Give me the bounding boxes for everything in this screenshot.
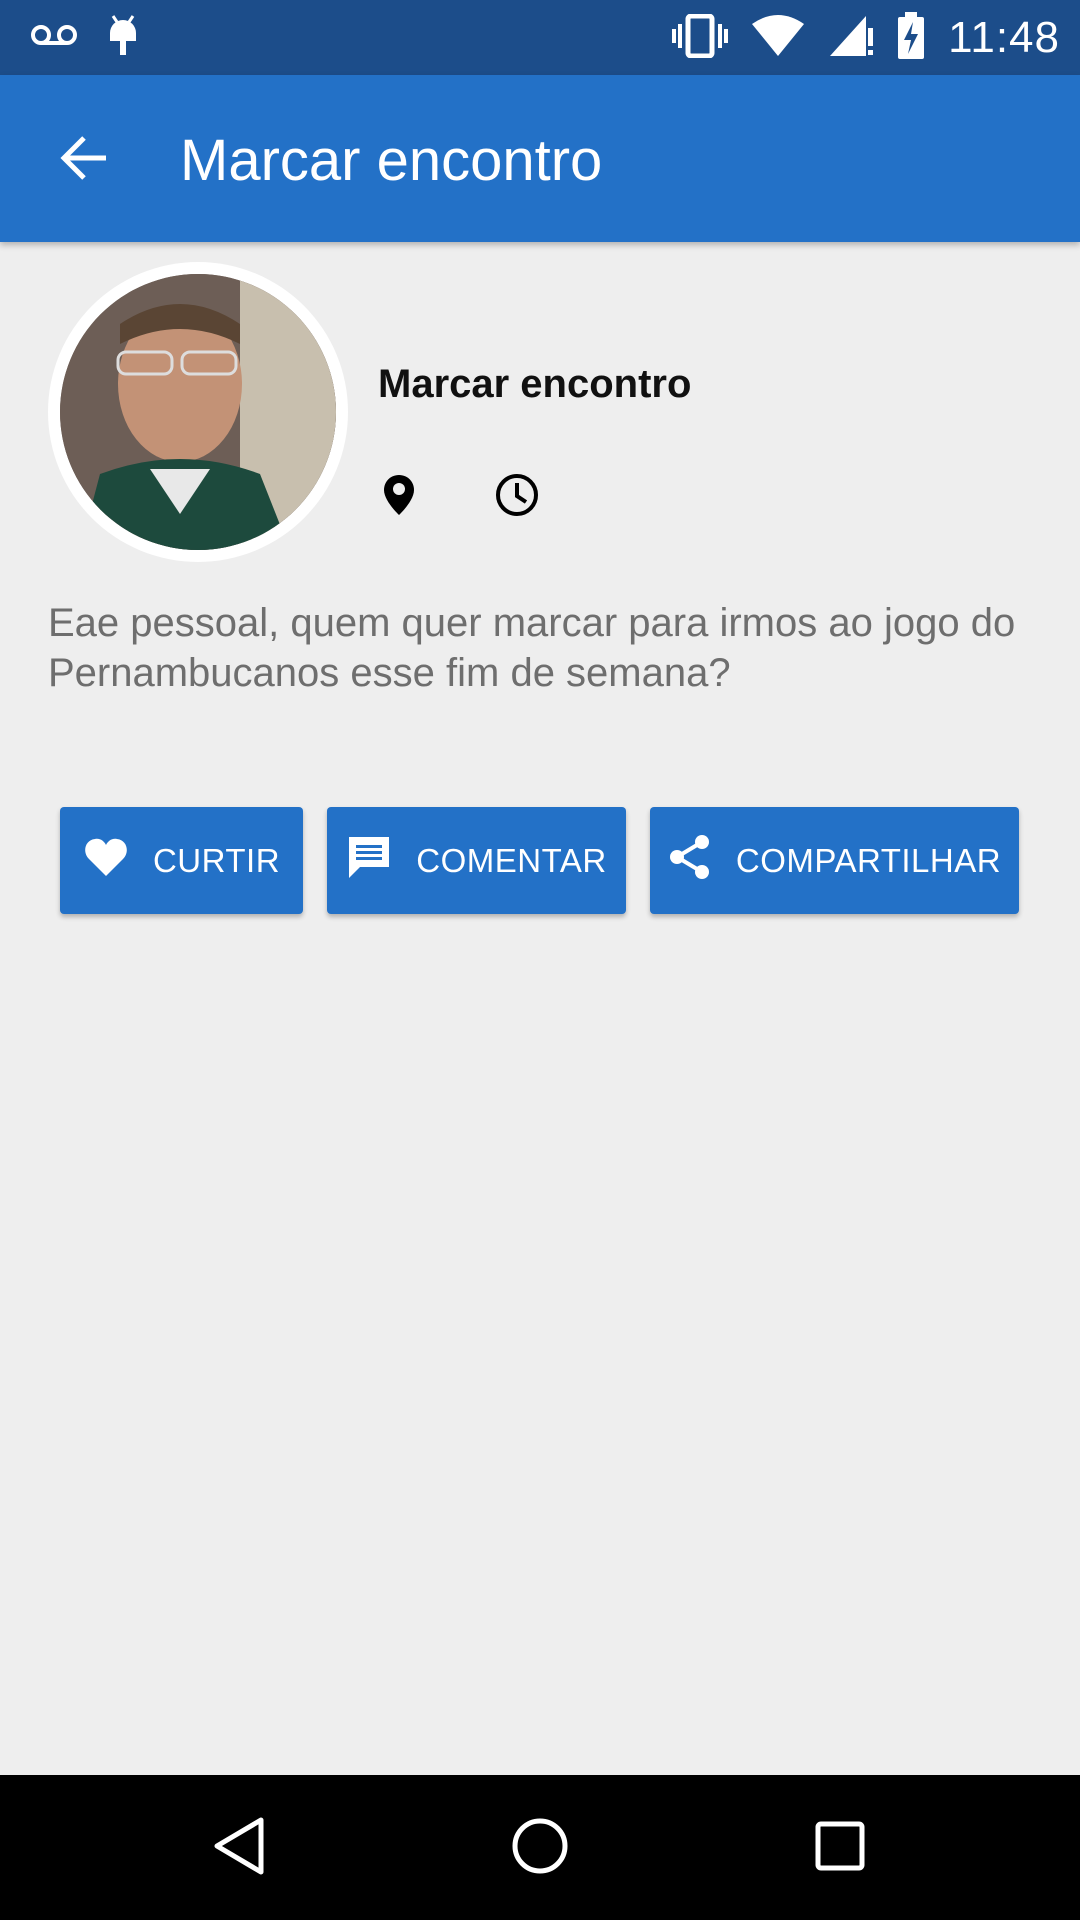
avatar-frame	[48, 262, 348, 562]
comment-button-label: COMENTAR	[416, 841, 607, 879]
signal-icon	[828, 14, 874, 63]
action-buttons: CURTIR COMENTAR COMPARTILHAR	[60, 807, 1019, 914]
vibrate-icon	[672, 13, 729, 63]
status-time: 11:48	[948, 13, 1060, 62]
back-button[interactable]	[50, 125, 120, 195]
share-icon	[668, 834, 712, 888]
post-meta	[382, 472, 540, 523]
nav-home-button[interactable]	[507, 1815, 573, 1881]
like-button-label: CURTIR	[152, 841, 281, 879]
app-bar: Marcar encontro	[0, 75, 1080, 242]
like-button[interactable]: CURTIR	[60, 807, 303, 914]
share-button-label: COMPARTILHAR	[735, 841, 1002, 879]
back-triangle-icon	[211, 1816, 267, 1881]
status-bar: 11:48	[0, 0, 1080, 75]
nav-recents-button[interactable]	[807, 1815, 873, 1881]
location-pin-icon[interactable]	[382, 473, 416, 522]
comment-button[interactable]: COMENTAR	[327, 807, 626, 914]
heart-icon	[83, 836, 129, 886]
voicemail-icon	[30, 23, 78, 52]
nav-back-button[interactable]	[206, 1815, 272, 1881]
post-description: Eae pessoal, quem quer marcar para irmos…	[48, 601, 1016, 695]
android-debug-icon	[106, 13, 140, 62]
app-bar-title: Marcar encontro	[180, 128, 603, 193]
post-title: Marcar encontro	[378, 362, 692, 406]
recents-square-icon	[814, 1820, 866, 1877]
arrow-back-icon	[60, 133, 110, 188]
wifi-icon	[750, 14, 806, 63]
battery-charging-icon	[896, 11, 926, 65]
clock-icon[interactable]	[494, 472, 540, 523]
navigation-bar	[0, 1775, 1080, 1920]
comment-icon	[346, 834, 392, 888]
share-button[interactable]: COMPARTILHAR	[650, 807, 1019, 914]
home-circle-icon	[511, 1817, 569, 1880]
avatar[interactable]	[60, 274, 336, 550]
